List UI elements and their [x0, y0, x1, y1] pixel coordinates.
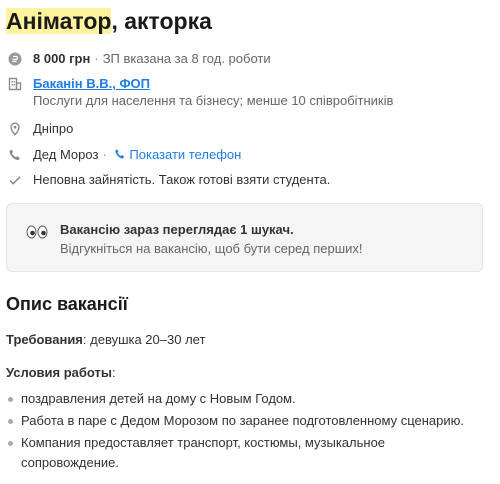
contact-separator: · — [102, 147, 107, 162]
conditions-colon: : — [112, 365, 116, 380]
salary-separator: · — [94, 51, 99, 66]
contact-name: Дед Мороз — [33, 147, 99, 162]
viewers-notice: Вакансію зараз переглядає 1 шукач. Відгу… — [6, 203, 483, 272]
show-phone-icon — [114, 147, 126, 159]
requirements-line: Требования: девушка 20–30 лет — [6, 332, 205, 347]
requirements-label: Требования — [6, 332, 83, 347]
conditions-list: поздравления детей на дому с Новым Годом… — [6, 389, 476, 475]
employment-text: Неповна зайнятість. Також готові взяти с… — [33, 172, 331, 187]
salary-amount: 8 000 грн — [33, 51, 91, 66]
building-icon — [8, 77, 22, 91]
eyes-emoji-icon — [26, 224, 48, 244]
conditions-label: Условия работы — [6, 365, 112, 380]
list-item: поздравления детей на дому с Новым Годом… — [6, 389, 476, 409]
currency-icon — [8, 52, 22, 66]
company-link[interactable]: Баканін В.В., ФОП — [33, 76, 150, 91]
location-pin-icon — [8, 122, 22, 136]
phone-icon — [8, 148, 22, 162]
requirements-value: : девушка 20–30 лет — [82, 332, 206, 347]
list-item: Работа в паре с Дедом Морозом по заранее… — [6, 411, 476, 431]
conditions-heading: Условия работы: — [6, 365, 116, 380]
employment-row: Неповна зайнятість. Також готові взяти с… — [8, 171, 330, 188]
vacancy-title: Аніматор, акторка — [6, 5, 212, 37]
company-row: Баканін В.В., ФОП Послуги для населення … — [8, 75, 393, 109]
show-phone-button[interactable]: Показати телефон — [114, 147, 241, 162]
notice-line1: Вакансію зараз переглядає 1 шукач. — [60, 222, 294, 237]
location-row: Дніпро — [8, 120, 73, 137]
salary-note: ЗП вказана за 8 год. роботи — [102, 51, 271, 66]
show-phone-label: Показати телефон — [129, 147, 242, 162]
salary-row: 8 000 грн · ЗП вказана за 8 год. роботи — [8, 50, 271, 67]
notice-line2: Відгукніться на вакансію, щоб бути серед… — [60, 241, 363, 256]
vacancy-title-rest: , акторка — [111, 8, 212, 34]
company-description: Послуги для населення та бізнесу; менше … — [33, 93, 394, 108]
list-item: Компания предоставляет транспорт, костюм… — [6, 433, 476, 473]
contact-row: Дед Мороз · Показати телефон — [8, 146, 241, 163]
description-heading: Опис вакансії — [6, 294, 128, 314]
checkmark-icon — [8, 173, 22, 187]
location-city: Дніпро — [33, 121, 74, 136]
vacancy-title-highlight: Аніматор — [6, 8, 112, 34]
